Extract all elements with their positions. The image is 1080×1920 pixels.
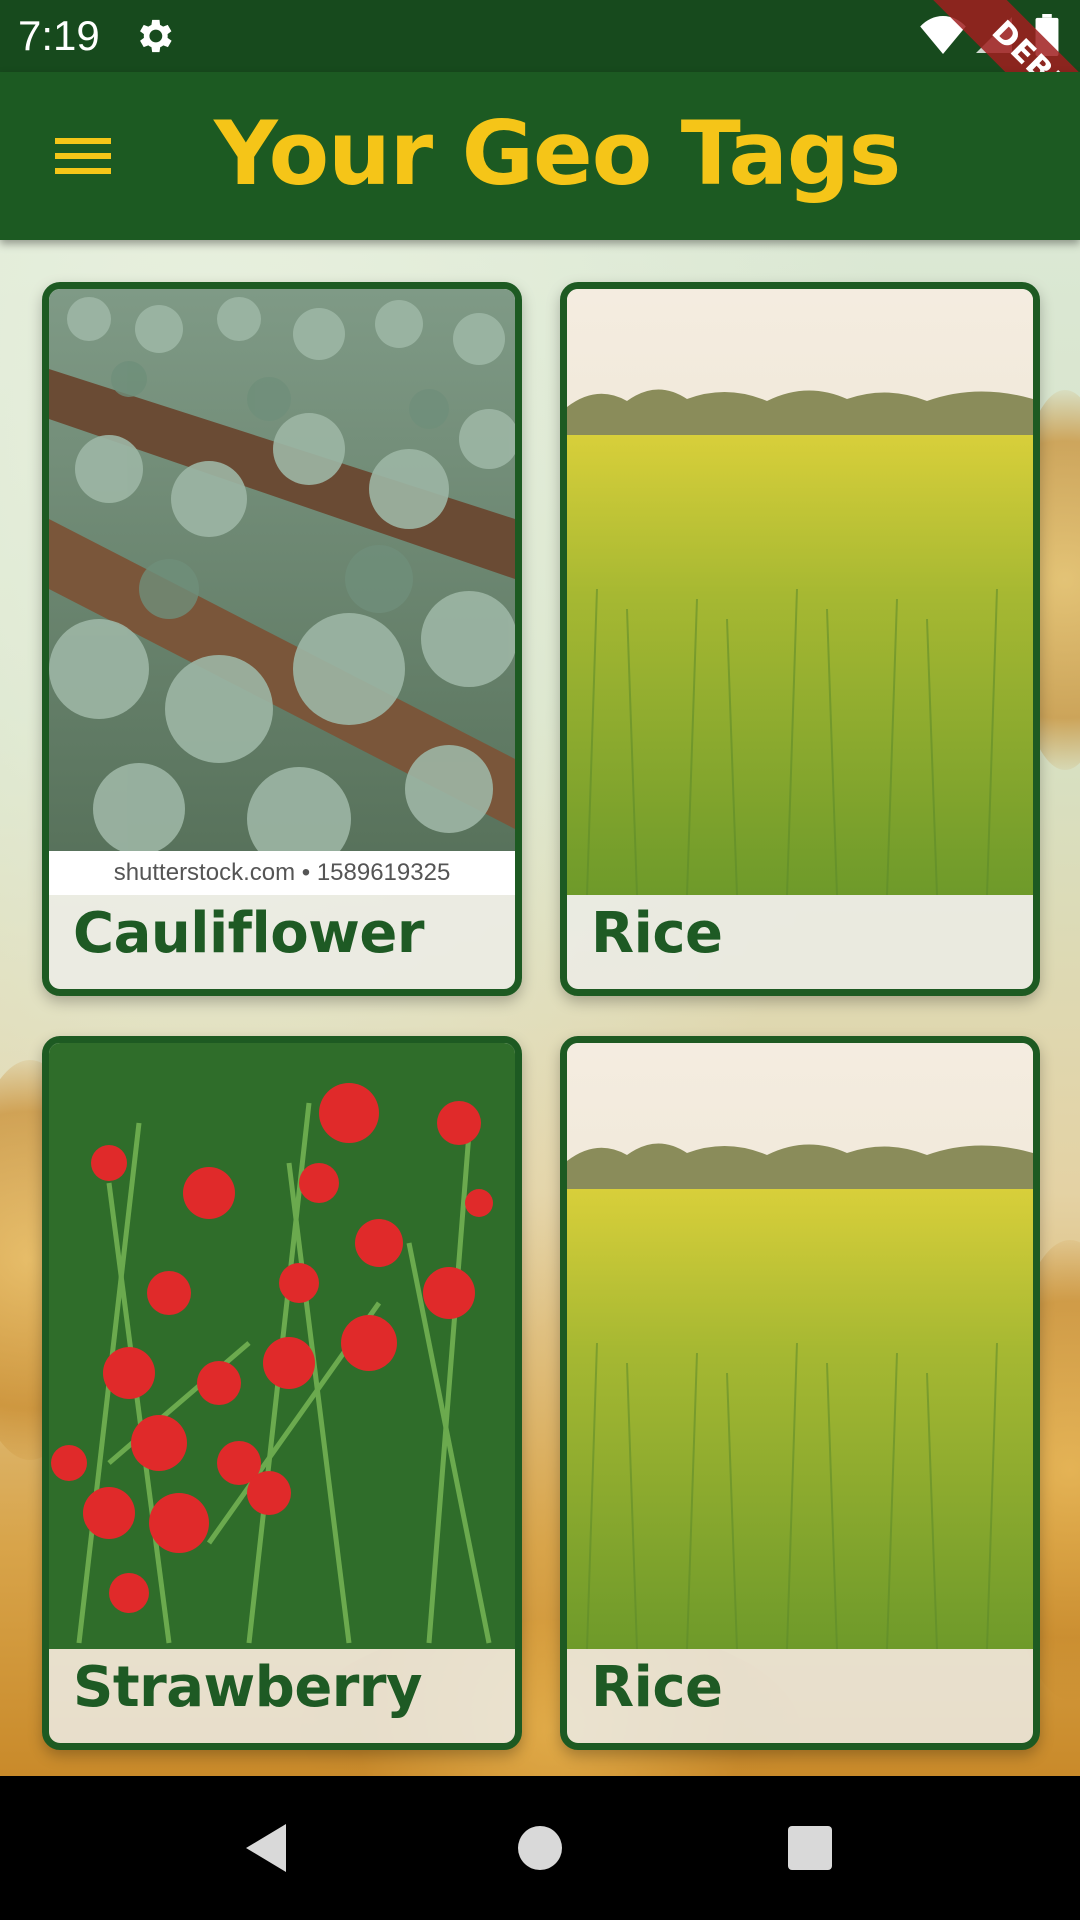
card-label: Rice [591, 901, 723, 966]
card-label: Strawberry [73, 1655, 423, 1720]
geo-tag-card[interactable]: Rice [560, 282, 1040, 996]
signal-icon [976, 17, 1012, 53]
gear-icon [140, 19, 172, 53]
wifi-icon [920, 16, 966, 54]
app-bar: Your Geo Tags [0, 72, 1080, 240]
home-icon[interactable] [512, 1820, 568, 1876]
recents-icon[interactable] [782, 1820, 838, 1876]
geo-tag-card[interactable]: Strawberry [42, 1036, 522, 1750]
navigation-bar [0, 1776, 1080, 1920]
image-watermark: shutterstock.com • 1589619325 [49, 851, 515, 895]
card-label: Rice [591, 1655, 723, 1720]
geo-tag-card[interactable]: Rice [560, 1036, 1040, 1750]
card-image-cauliflower-field [49, 289, 515, 895]
battery-icon [1035, 14, 1059, 56]
card-label: Cauliflower [73, 901, 425, 966]
card-image-rice-field [567, 1043, 1033, 1649]
hamburger-menu-icon [55, 138, 111, 174]
page-title: Your Geo Tags [214, 102, 901, 205]
card-image-rice-field [567, 289, 1033, 895]
status-bar: 7:19 [0, 0, 1080, 72]
status-time: 7:19 [18, 12, 100, 59]
back-icon[interactable] [240, 1820, 296, 1876]
geo-tag-card[interactable]: shutterstock.com • 1589619325 Cauliflowe… [42, 282, 522, 996]
geo-tags-grid[interactable]: shutterstock.com • 1589619325 Cauliflowe… [0, 240, 1080, 1776]
menu-button[interactable] [40, 116, 128, 196]
card-image-red-globe-flowers [49, 1043, 515, 1649]
